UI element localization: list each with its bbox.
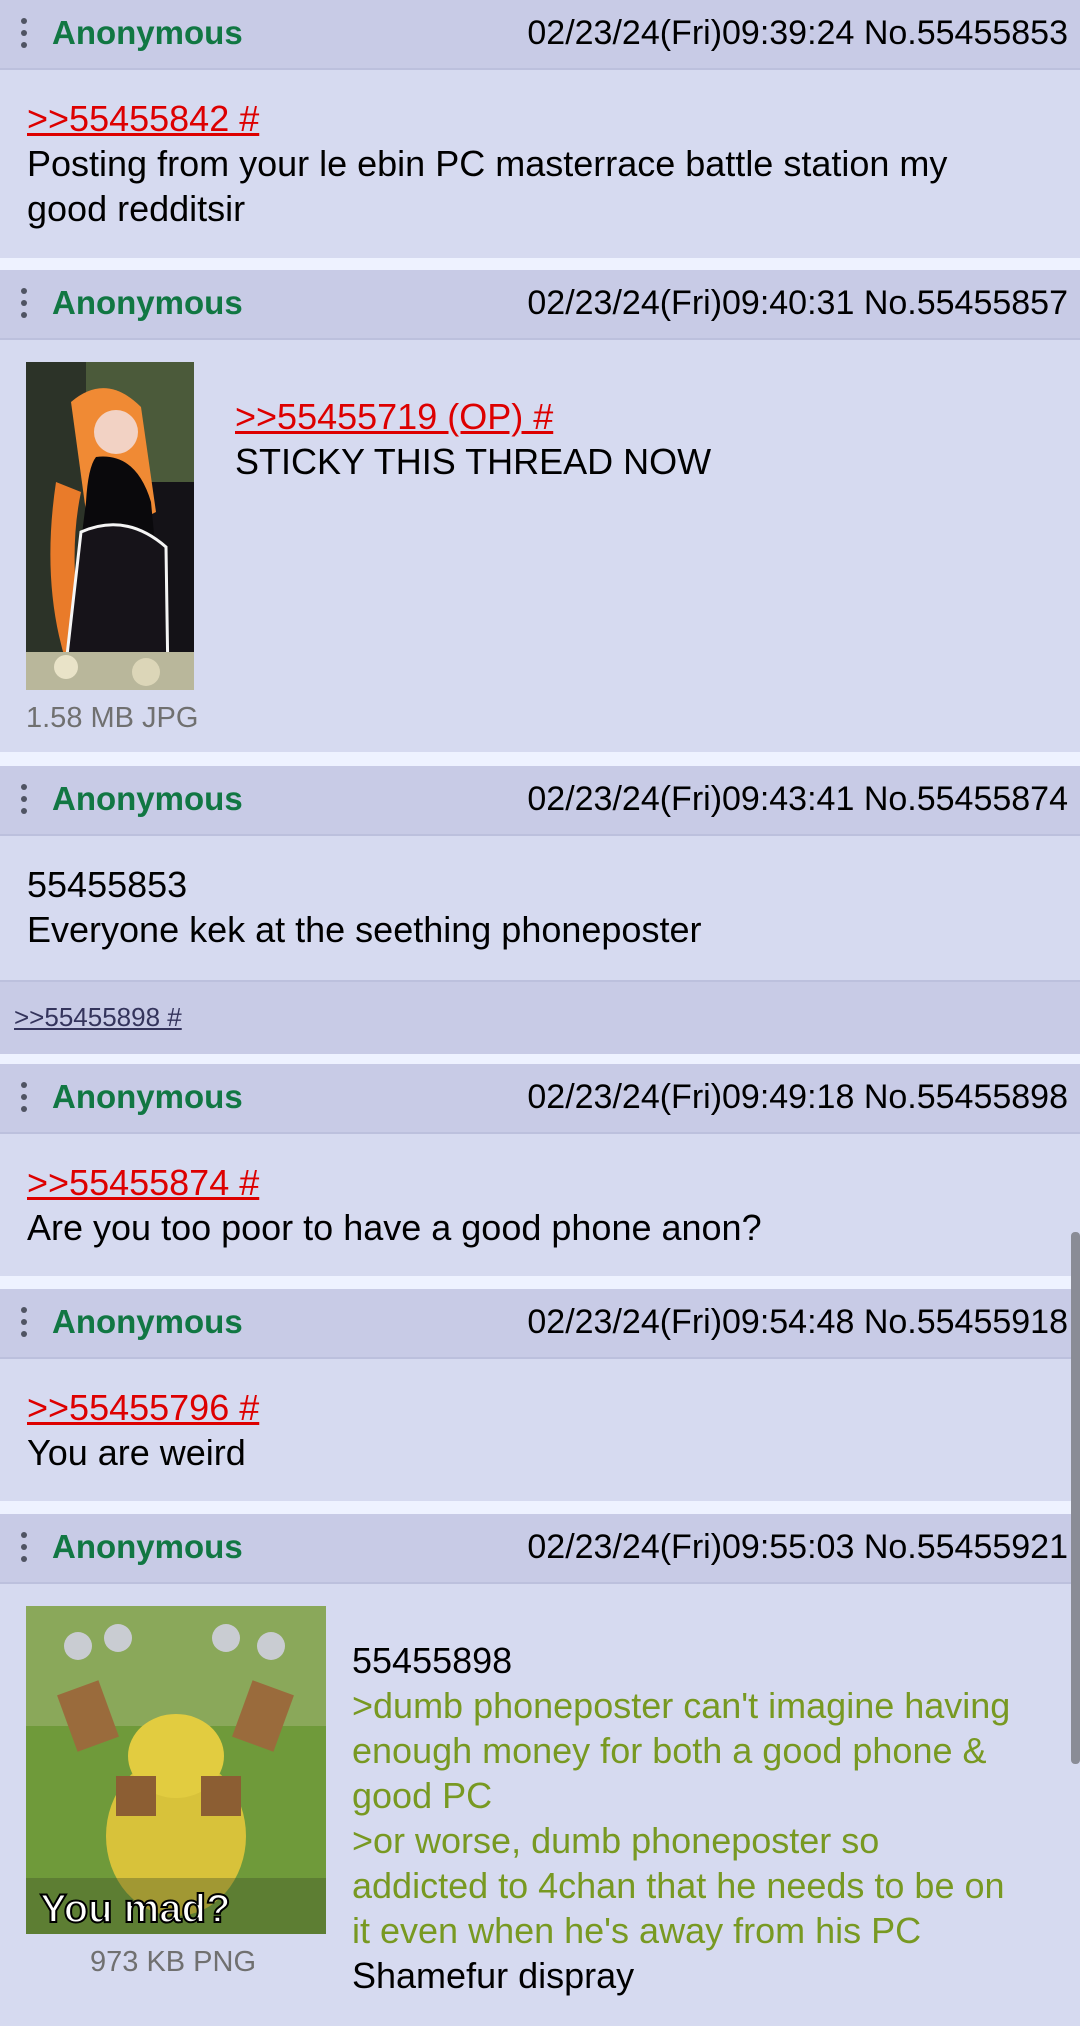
post-author[interactable]: Anonymous [52, 14, 243, 52]
post-date: 02/23/24(Fri)09:43:41 [527, 780, 855, 818]
post-body: 55455898 >dumb phoneposter can't imagine… [352, 1638, 1064, 1998]
post-number[interactable]: No.55455874 [864, 780, 1068, 818]
post: Anonymous 02/23/24(Fri)09:49:18 No.55455… [0, 1064, 1080, 1276]
post-author[interactable]: Anonymous [52, 1303, 243, 1341]
greentext-line: it even when he's away from his PC [352, 1910, 922, 1951]
vertical-dots-icon[interactable] [18, 18, 30, 54]
comment-line: STICKY THIS THREAD NOW [235, 441, 712, 482]
post-thumbnail[interactable]: You mad? [26, 1606, 326, 1934]
post-header: Anonymous 02/23/24(Fri)09:55:03 No.55455… [0, 1514, 1080, 1584]
post-meta: 02/23/24(Fri)09:39:24 No.55455853 [527, 14, 1068, 53]
post-date: 02/23/24(Fri)09:40:31 [527, 284, 855, 322]
post-body: >>55455874 # Are you too poor to have a … [27, 1160, 1064, 1250]
post: Anonymous 02/23/24(Fri)09:55:03 No.55455… [0, 1514, 1080, 2026]
post-header: Anonymous 02/23/24(Fri)09:43:41 No.55455… [0, 766, 1080, 836]
vertical-dots-icon[interactable] [18, 1082, 30, 1118]
post-number[interactable]: No.55455857 [864, 284, 1068, 322]
post-thumbnail[interactable] [26, 362, 194, 690]
post-author[interactable]: Anonymous [52, 1528, 243, 1566]
comment-line: Shamefur dispray [352, 1955, 635, 1996]
comment-line: good redditsir [27, 188, 246, 229]
post-number[interactable]: No.55455853 [864, 14, 1068, 52]
replies-bar: >>55455898 # [0, 980, 1080, 1054]
post: Anonymous 02/23/24(Fri)09:54:48 No.55455… [0, 1289, 1080, 1501]
vertical-dots-icon[interactable] [18, 1532, 30, 1568]
post-reference: 55455898 [352, 1640, 513, 1681]
post-date: 02/23/24(Fri)09:49:18 [527, 1078, 855, 1116]
post-meta: 02/23/24(Fri)09:43:41 No.55455874 [527, 780, 1068, 819]
reply-backlink[interactable]: >>55455898 # [14, 1002, 182, 1033]
greentext-line: enough money for both a good phone & [352, 1730, 987, 1771]
post-date: 02/23/24(Fri)09:54:48 [527, 1303, 855, 1341]
quote-link[interactable]: >>55455874 # [27, 1160, 1064, 1205]
quote-link[interactable]: >>55455719 (OP) # [235, 394, 1064, 439]
post-author[interactable]: Anonymous [52, 1078, 243, 1116]
post: Anonymous 02/23/24(Fri)09:40:31 No.55455… [0, 270, 1080, 752]
comment-line: Posting from your le ebin PC masterrace … [27, 143, 948, 184]
scrollbar[interactable] [1071, 1232, 1080, 1764]
post-meta: 02/23/24(Fri)09:55:03 No.55455921 [527, 1528, 1068, 1567]
post-header: Anonymous 02/23/24(Fri)09:49:18 No.55455… [0, 1064, 1080, 1134]
post-number[interactable]: No.55455918 [864, 1303, 1068, 1341]
post-date: 02/23/24(Fri)09:39:24 [527, 14, 855, 52]
post-meta: 02/23/24(Fri)09:49:18 No.55455898 [527, 1078, 1068, 1117]
vertical-dots-icon[interactable] [18, 1307, 30, 1343]
file-info[interactable]: 973 KB PNG [90, 1946, 256, 1979]
post-meta: 02/23/24(Fri)09:54:48 No.55455918 [527, 1303, 1068, 1342]
post-author[interactable]: Anonymous [52, 284, 243, 322]
post-body: 55455853 Everyone kek at the seething ph… [27, 862, 1064, 952]
comment-line: You are weird [27, 1432, 246, 1473]
post-body: >>55455719 (OP) # STICKY THIS THREAD NOW [235, 394, 1064, 484]
post-number[interactable]: No.55455898 [864, 1078, 1068, 1116]
post-header: Anonymous 02/23/24(Fri)09:54:48 No.55455… [0, 1289, 1080, 1359]
post-date: 02/23/24(Fri)09:55:03 [527, 1528, 855, 1566]
vertical-dots-icon[interactable] [18, 288, 30, 324]
quote-link[interactable]: >>55455796 # [27, 1385, 1064, 1430]
post-reference: 55455853 [27, 864, 188, 905]
file-info[interactable]: 1.58 MB JPG [26, 702, 198, 735]
post-header: Anonymous 02/23/24(Fri)09:40:31 No.55455… [0, 270, 1080, 340]
anime-girl-image [26, 362, 194, 690]
quote-link[interactable]: >>55455842 # [27, 96, 1064, 141]
post-meta: 02/23/24(Fri)09:40:31 No.55455857 [527, 284, 1068, 323]
pokemon-image: You mad? [26, 1606, 326, 1934]
post-body: >>55455796 # You are weird [27, 1385, 1064, 1475]
post-header: Anonymous 02/23/24(Fri)09:39:24 No.55455… [0, 0, 1080, 70]
greentext-line: >dumb phoneposter can't imagine having [352, 1685, 1011, 1726]
post: Anonymous 02/23/24(Fri)09:39:24 No.55455… [0, 0, 1080, 258]
greentext-line: addicted to 4chan that he needs to be on [352, 1865, 1005, 1906]
greentext-line: good PC [352, 1775, 493, 1816]
post-author[interactable]: Anonymous [52, 780, 243, 818]
post-body: >>55455842 # Posting from your le ebin P… [27, 96, 1064, 231]
image-caption: You mad? [40, 1887, 230, 1931]
post-number[interactable]: No.55455921 [864, 1528, 1068, 1566]
comment-line: Are you too poor to have a good phone an… [27, 1207, 762, 1248]
comment-line: Everyone kek at the seething phoneposter [27, 909, 702, 950]
vertical-dots-icon[interactable] [18, 784, 30, 820]
greentext-line: >or worse, dumb phoneposter so [352, 1820, 880, 1861]
